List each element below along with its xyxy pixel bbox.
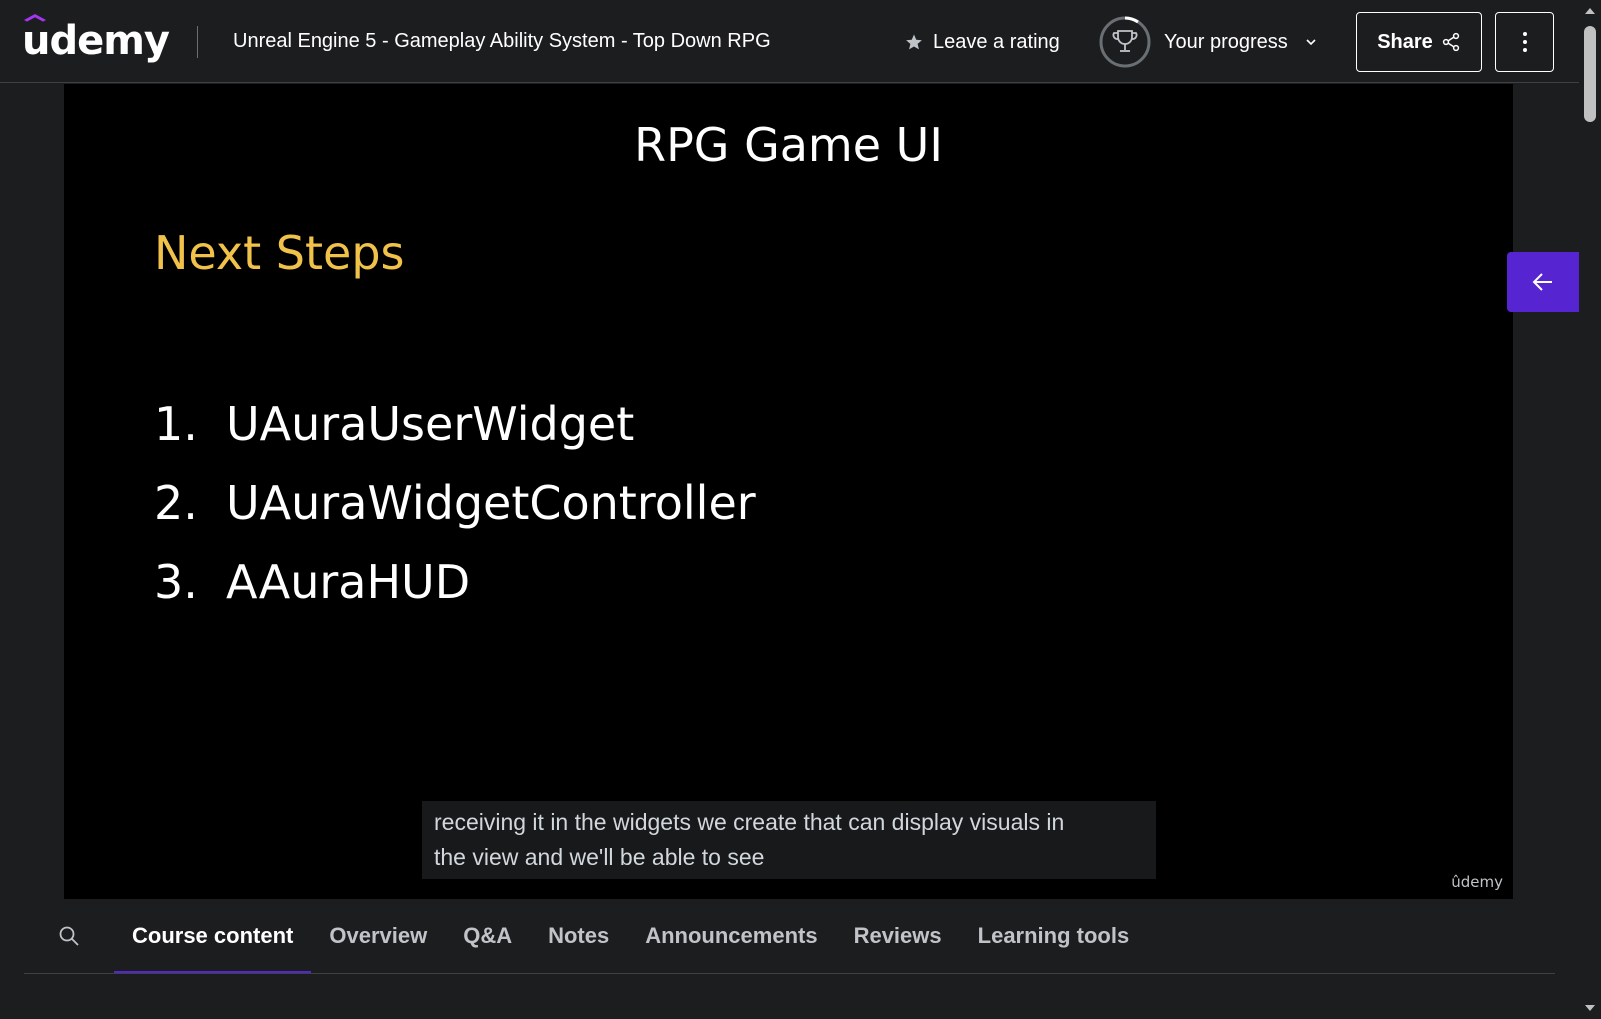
video-caption: receiving it in the widgets we create th… bbox=[422, 801, 1156, 879]
more-options-button[interactable] bbox=[1495, 12, 1554, 72]
slide-list-number: 3. bbox=[154, 554, 198, 609]
video-watermark: ûdemy bbox=[1451, 873, 1503, 891]
arrow-left-icon bbox=[1532, 273, 1552, 291]
slide-list-item: 1. UAuraUserWidget bbox=[154, 384, 756, 463]
slide-list-text: UAuraWidgetController bbox=[226, 475, 756, 530]
top-header: udemy Unreal Engine 5 - Gameplay Ability… bbox=[0, 0, 1579, 83]
your-progress-label: Your progress bbox=[1164, 30, 1288, 53]
tab-overview[interactable]: Overview bbox=[311, 899, 445, 973]
tab-qa[interactable]: Q&A bbox=[445, 899, 530, 973]
progress-ring bbox=[1098, 15, 1152, 69]
slide-list-number: 2. bbox=[154, 475, 198, 530]
header-divider bbox=[197, 26, 198, 58]
caption-line: the view and we'll be able to see bbox=[434, 844, 765, 870]
logo-text: udemy bbox=[22, 18, 170, 64]
share-icon bbox=[1442, 32, 1459, 52]
share-button[interactable]: Share bbox=[1356, 12, 1482, 72]
slide-list-text: AAuraHUD bbox=[226, 554, 471, 609]
star-icon bbox=[906, 34, 922, 50]
scroll-up-icon[interactable] bbox=[1584, 6, 1596, 16]
tab-announcements[interactable]: Announcements bbox=[627, 899, 835, 973]
your-progress-dropdown[interactable]: Your progress bbox=[1098, 15, 1318, 69]
slide-list-number: 1. bbox=[154, 396, 198, 451]
leave-rating-button[interactable]: Leave a rating bbox=[905, 28, 1060, 56]
tab-course-content[interactable]: Course content bbox=[114, 899, 312, 973]
video-player[interactable]: RPG Game UI Next Steps 1. UAuraUserWidge… bbox=[64, 84, 1513, 899]
slide-title: RPG Game UI bbox=[634, 118, 943, 172]
chevron-down-icon bbox=[1306, 39, 1316, 46]
open-sidebar-button[interactable] bbox=[1507, 252, 1579, 312]
course-title[interactable]: Unreal Engine 5 - Gameplay Ability Syste… bbox=[233, 30, 771, 53]
slide-list-text: UAuraUserWidget bbox=[226, 396, 635, 451]
scroll-thumb[interactable] bbox=[1584, 26, 1596, 122]
share-label: Share bbox=[1377, 30, 1433, 53]
course-tabs: Course content Overview Q&A Notes Announ… bbox=[24, 899, 1555, 974]
scroll-down-icon[interactable] bbox=[1584, 1003, 1596, 1013]
tab-learning-tools[interactable]: Learning tools bbox=[960, 899, 1148, 973]
video-stage: RPG Game UI Next Steps 1. UAuraUserWidge… bbox=[0, 84, 1579, 899]
search-icon bbox=[59, 926, 79, 946]
slide-list-item: 2. UAuraWidgetController bbox=[154, 463, 756, 542]
tab-notes[interactable]: Notes bbox=[530, 899, 627, 973]
more-vertical-icon bbox=[1522, 32, 1527, 52]
tab-search[interactable] bbox=[24, 899, 114, 973]
tab-reviews[interactable]: Reviews bbox=[836, 899, 960, 973]
udemy-logo[interactable]: udemy bbox=[22, 14, 170, 70]
slide-subtitle: Next Steps bbox=[154, 226, 405, 280]
slide-list: 1. UAuraUserWidget 2. UAuraWidgetControl… bbox=[154, 384, 756, 621]
trophy-icon bbox=[1112, 30, 1138, 52]
slide-list-item: 3. AAuraHUD bbox=[154, 542, 756, 621]
leave-rating-label: Leave a rating bbox=[933, 30, 1060, 53]
caption-line: receiving it in the widgets we create th… bbox=[434, 809, 1065, 835]
page-scrollbar[interactable] bbox=[1579, 0, 1601, 1019]
